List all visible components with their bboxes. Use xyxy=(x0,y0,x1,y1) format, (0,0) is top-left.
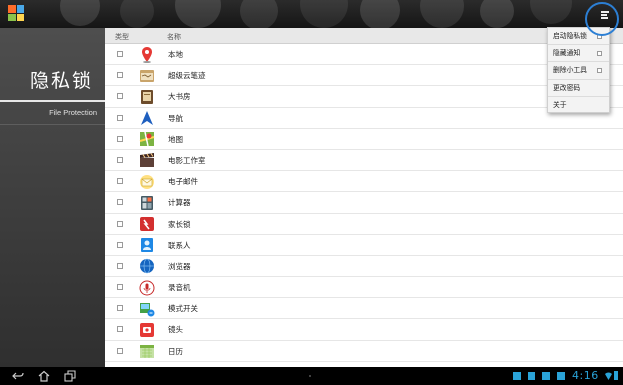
overflow-menu: 启动隐私锁 隐藏通知 删除小工具 更改密码 关于 xyxy=(547,27,610,113)
menu-item-hide-notifications[interactable]: 隐藏通知 xyxy=(548,45,609,63)
menu-item-change-password[interactable]: 更改密码 xyxy=(548,80,609,97)
app-name: 超级云笔迹 xyxy=(168,71,206,81)
row-checkbox[interactable] xyxy=(117,284,123,291)
list-item[interactable]: 导航 xyxy=(105,108,623,129)
row-checkbox[interactable] xyxy=(117,178,123,185)
list-item[interactable]: 超级云笔迹 xyxy=(105,65,623,87)
envelope-icon xyxy=(138,173,155,190)
list-item[interactable]: 浏览器 xyxy=(105,256,623,278)
app-list-panel: 类型 名称 本地 超级云笔迹 大书房 导航 地图 电影工作室 电子邮件 计算器 … xyxy=(105,28,623,367)
row-checkbox[interactable] xyxy=(117,220,123,227)
app-name: 家长锁 xyxy=(168,219,191,229)
mode-switch-icon xyxy=(138,300,155,317)
list-item[interactable]: 本地 xyxy=(105,44,623,66)
menu-item-about[interactable]: 关于 xyxy=(548,97,609,114)
row-checkbox[interactable] xyxy=(117,347,123,354)
menu-checkbox[interactable] xyxy=(597,51,602,57)
row-checkbox[interactable] xyxy=(117,156,123,163)
calculator-icon xyxy=(138,194,155,211)
app-name: 录音机 xyxy=(168,283,191,293)
nav-item-file-protection[interactable]: File Protection xyxy=(0,102,105,124)
top-action-bar xyxy=(0,0,623,28)
left-panel: 隐私锁 File Protection xyxy=(0,28,105,367)
parental-lock-icon xyxy=(138,216,155,233)
app-name: 电影工作室 xyxy=(168,155,206,165)
lock-status-icon xyxy=(528,372,535,380)
app-list: 本地 超级云笔迹 大书房 导航 地图 电影工作室 电子邮件 计算器 家长锁 联系… xyxy=(105,44,623,362)
app-name: 大书房 xyxy=(168,92,191,102)
notebook-icon xyxy=(138,67,155,84)
app-name: 电子邮件 xyxy=(168,177,198,187)
calendar-icon xyxy=(138,343,155,360)
screenshot-icon xyxy=(542,372,550,380)
list-item[interactable]: 家长锁 xyxy=(105,214,623,235)
menu-item-label: 关于 xyxy=(553,100,567,109)
app-name: 导航 xyxy=(168,113,183,123)
row-checkbox[interactable] xyxy=(117,326,123,333)
dot-indicator-icon xyxy=(309,375,311,377)
list-item[interactable]: 电影工作室 xyxy=(105,150,623,172)
clock: 4:16 xyxy=(572,369,599,382)
list-item[interactable]: 日历 xyxy=(105,341,623,362)
list-item[interactable]: 地图 xyxy=(105,129,623,150)
storage-icon xyxy=(557,372,565,380)
app-name: 浏览器 xyxy=(168,261,191,271)
app-name: 计算器 xyxy=(168,198,191,208)
row-checkbox[interactable] xyxy=(117,51,123,57)
wifi-icon xyxy=(605,372,612,380)
notification-icon xyxy=(513,372,521,380)
back-icon[interactable] xyxy=(12,370,24,382)
app-name: 地图 xyxy=(168,134,183,144)
row-checkbox[interactable] xyxy=(117,241,123,248)
globe-icon xyxy=(138,258,155,275)
system-navigation-bar: 4:16 xyxy=(0,367,623,385)
menu-icon xyxy=(601,11,609,19)
row-checkbox[interactable] xyxy=(117,135,123,142)
microphone-icon xyxy=(138,279,155,296)
menu-item-label: 启动隐私锁 xyxy=(553,32,587,40)
row-checkbox[interactable] xyxy=(117,305,123,312)
list-item[interactable]: 镜头 xyxy=(105,319,623,341)
camera-icon xyxy=(138,321,155,338)
clapperboard-icon xyxy=(138,152,155,169)
list-item[interactable]: 电子邮件 xyxy=(105,171,623,193)
app-grid-icon xyxy=(8,5,24,21)
recent-apps-icon[interactable] xyxy=(64,370,76,382)
list-item[interactable]: 计算器 xyxy=(105,192,623,214)
maps-icon xyxy=(138,131,155,148)
map-pin-icon xyxy=(138,46,155,63)
menu-item-label: 删除小工具 xyxy=(553,66,587,75)
list-header: 类型 名称 xyxy=(105,28,623,44)
menu-item-label: 更改密码 xyxy=(553,83,581,92)
app-name: 本地 xyxy=(168,50,183,59)
column-header-name: 名称 xyxy=(167,33,181,41)
home-icon[interactable] xyxy=(38,370,50,382)
app-name: 联系人 xyxy=(168,240,191,250)
app-name: 模式开关 xyxy=(168,304,198,314)
navigation-arrow-icon xyxy=(138,110,155,127)
contacts-icon xyxy=(138,237,155,254)
app-title: 隐私锁 xyxy=(29,70,93,92)
battery-icon xyxy=(614,371,618,380)
nav-divider xyxy=(0,124,105,125)
menu-item-remove-widget[interactable]: 删除小工具 xyxy=(548,62,609,80)
column-header-type: 类型 xyxy=(115,33,129,41)
list-item[interactable]: 模式开关 xyxy=(105,298,623,320)
row-checkbox[interactable] xyxy=(117,199,123,206)
overflow-menu-button[interactable] xyxy=(585,2,619,36)
list-item[interactable]: 大书房 xyxy=(105,86,623,108)
row-checkbox[interactable] xyxy=(117,114,123,121)
row-checkbox[interactable] xyxy=(117,72,123,79)
row-checkbox[interactable] xyxy=(117,93,123,100)
app-name: 镜头 xyxy=(168,325,183,335)
list-item[interactable]: 录音机 xyxy=(105,277,623,299)
app-name: 日历 xyxy=(168,346,183,356)
book-icon xyxy=(138,88,155,105)
menu-item-label: 隐藏通知 xyxy=(553,49,581,58)
list-item[interactable]: 联系人 xyxy=(105,235,623,256)
row-checkbox[interactable] xyxy=(117,262,123,269)
menu-checkbox[interactable] xyxy=(597,68,602,74)
